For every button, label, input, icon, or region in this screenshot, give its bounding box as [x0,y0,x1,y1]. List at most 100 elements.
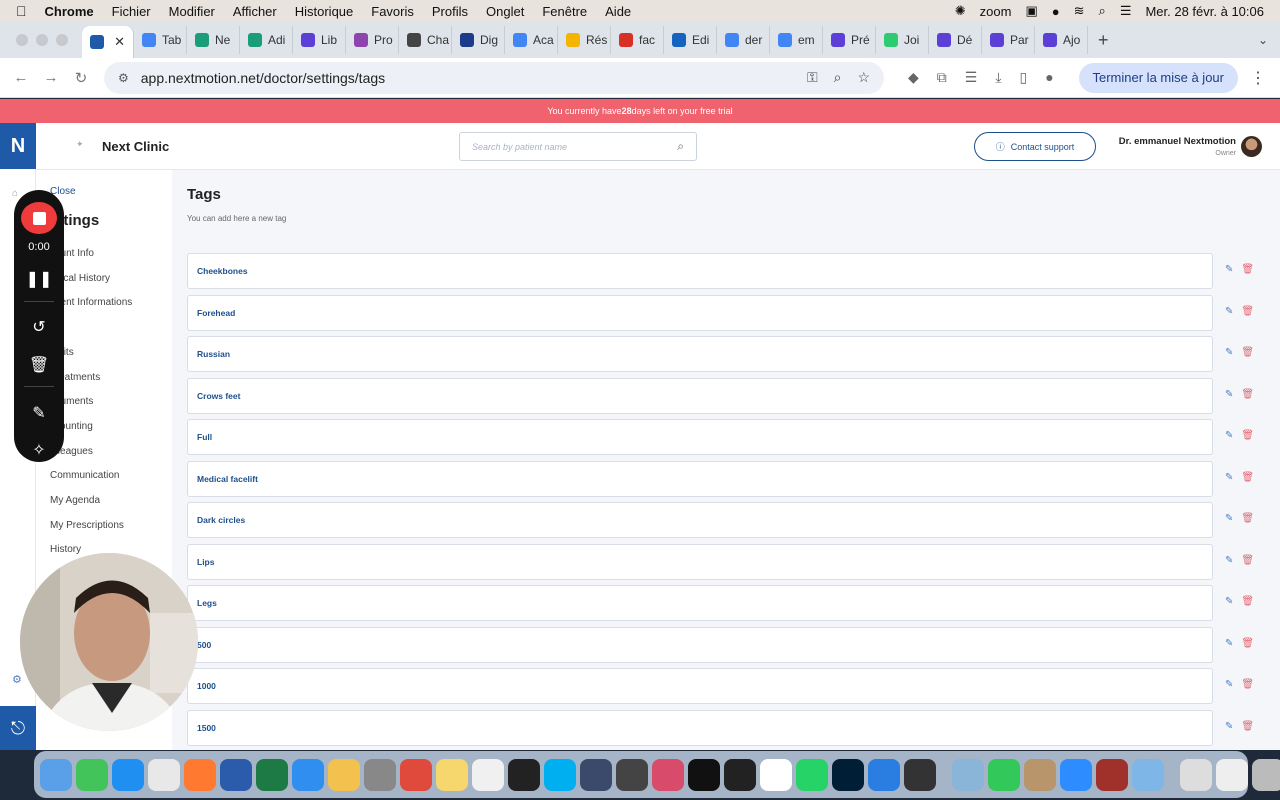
browser-tab[interactable]: em [770,26,823,54]
browser-tab[interactable]: Rés [558,26,611,54]
trash-icon[interactable]: 🗑 [29,353,49,376]
close-tab-icon[interactable]: ✕ [114,34,125,50]
download-icon[interactable]: ⤓ [995,69,1001,86]
profile-avatar-icon[interactable]: ● [1045,69,1053,86]
webcam-bubble[interactable] [20,553,198,731]
edit-icon[interactable]: ✎ [1225,721,1233,732]
dock-app-icon[interactable] [1060,758,1092,791]
tag-row[interactable]: Lips [187,543,1213,580]
bookmark-star-icon[interactable]: ☆ [857,69,870,86]
delete-icon[interactable]: 🗑 [1241,472,1254,483]
dock-app-icon[interactable] [832,758,864,791]
browser-tab[interactable]: Pro [346,26,399,54]
tag-row[interactable]: Medical facelift [187,460,1213,497]
search-icon[interactable]: ⌕ [1099,3,1106,19]
zoom-status-label[interactable]: zoom [980,4,1012,19]
restart-icon[interactable]: ↺ [32,316,45,339]
close-window-button[interactable] [16,34,28,46]
delete-icon[interactable]: 🗑 [1241,430,1254,441]
tag-row[interactable]: Russian [187,336,1213,372]
dock-app-icon[interactable] [76,758,108,791]
dock-app-icon[interactable] [256,758,288,791]
dock-app-icon[interactable] [952,758,984,791]
delete-icon[interactable]: 🗑 [1241,721,1254,732]
status-app-icon[interactable]: ✺ [955,3,966,19]
dock-app-icon[interactable] [364,758,396,791]
sidebar-item[interactable]: History [50,544,81,555]
wifi-icon[interactable]: ≋ [1074,3,1085,19]
nextmotion-logo[interactable]: N [0,123,36,169]
dock-app-icon[interactable] [1132,758,1164,791]
menu-fichier[interactable]: Fichier [112,4,151,19]
dock-app-icon[interactable] [1216,758,1248,791]
reading-list-icon[interactable]: ☰ [965,69,978,86]
dock-app-icon[interactable] [1180,758,1212,791]
minimize-window-button[interactable] [36,34,48,46]
browser-tab[interactable]: Edi [664,26,717,54]
magic-wand-icon[interactable]: ✧ [32,439,45,462]
menu-favoris[interactable]: Favoris [371,4,414,19]
browser-tab[interactable]: Joi [876,26,929,54]
tag-row[interactable]: Cheekbones [187,253,1213,289]
browser-tab[interactable]: fac [611,26,664,54]
dock-app-icon[interactable] [328,758,360,791]
dock-app-icon[interactable] [220,758,252,791]
tag-row[interactable]: 500 [187,626,1213,663]
dock-app-icon[interactable] [868,758,900,791]
browser-tab[interactable]: Lib [293,26,346,54]
tag-row[interactable]: 1000 [187,668,1213,704]
dock-app-icon[interactable] [796,758,828,791]
delete-icon[interactable]: 🗑 [1241,347,1254,358]
menu-modifier[interactable]: Modifier [169,4,215,19]
menu-aide[interactable]: Aide [605,4,631,19]
delete-icon[interactable]: 🗑 [1241,264,1254,275]
menu-profils[interactable]: Profils [432,4,468,19]
tag-row[interactable]: Legs [187,585,1213,621]
edit-icon[interactable]: ✎ [1225,638,1233,649]
browser-tab[interactable]: Cha [399,26,452,54]
extension-icon[interactable]: ◆ [908,69,919,86]
browser-tab[interactable]: Adi [240,26,293,54]
edit-icon[interactable]: ✎ [1225,347,1233,358]
delete-icon[interactable]: 🗑 [1241,638,1254,649]
settings-gear-icon[interactable]: ⚙ [12,673,22,686]
tag-row[interactable]: 1500 [187,709,1213,746]
delete-icon[interactable]: 🗑 [1241,389,1254,400]
edit-icon[interactable]: ✎ [1225,306,1233,317]
browser-tab[interactable]: Dé [929,26,982,54]
tag-row[interactable]: Full [187,419,1213,455]
dock-app-icon[interactable] [400,758,432,791]
dock-app-icon[interactable] [724,758,756,791]
delete-icon[interactable]: 🗑 [1241,555,1254,566]
user-info[interactable]: Dr. emmanuel Nextmotion Owner [1106,136,1236,157]
new-tab-button[interactable]: + [1098,30,1109,51]
menu-app-name[interactable]: Chrome [45,4,94,19]
dock-app-icon[interactable] [1096,758,1128,791]
dock-app-icon[interactable] [292,758,324,791]
patient-search-input[interactable]: Search by patient name ⌕ [459,132,697,161]
browser-tab[interactable]: Pré [823,26,876,54]
apple-icon[interactable]:  [16,3,27,19]
status-icon[interactable]: ▣ [1025,3,1037,19]
home-icon[interactable]: ⌂ [12,188,18,199]
browser-tab[interactable]: Ajo [1035,26,1088,54]
tag-row[interactable]: Dark circles [187,502,1213,538]
dock-app-icon[interactable] [1252,758,1280,791]
edit-icon[interactable]: ✎ [1225,430,1233,441]
site-info-icon[interactable]: ⚙ [118,71,129,85]
url-text[interactable]: app.nextmotion.net/doctor/settings/tags [141,70,385,86]
menu-fenetre[interactable]: Fenêtre [542,4,587,19]
stop-recording-button[interactable] [21,202,57,235]
control-center-icon[interactable]: ☰ [1120,3,1132,19]
edit-icon[interactable]: ✎ [1225,472,1233,483]
avatar[interactable] [1241,136,1262,157]
pen-icon[interactable]: ✎ [32,401,45,424]
dock-app-icon[interactable] [580,758,612,791]
more-menu-icon[interactable]: ⋮ [1250,68,1266,88]
delete-icon[interactable]: 🗑 [1241,306,1254,317]
dock-app-icon[interactable] [436,758,468,791]
menu-afficher[interactable]: Afficher [233,4,277,19]
reload-icon[interactable]: ↻ [66,69,96,87]
menu-historique[interactable]: Historique [295,4,354,19]
dock-app-icon[interactable] [472,758,504,791]
